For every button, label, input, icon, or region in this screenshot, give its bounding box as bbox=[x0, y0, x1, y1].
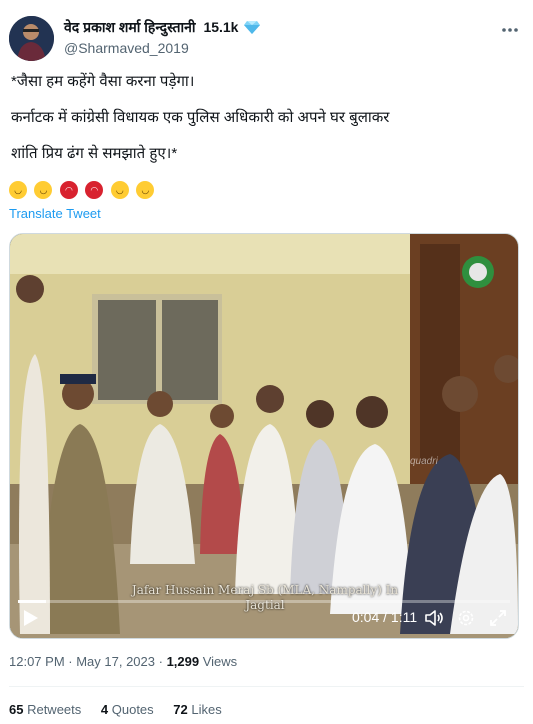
tweet-stats: 65 Retweets 4 Quotes 72 Likes bbox=[9, 702, 238, 717]
avatar[interactable] bbox=[9, 16, 54, 61]
joy-emoji-icon: ◡ bbox=[9, 181, 27, 199]
views-count: 1,299 bbox=[166, 654, 200, 669]
meta-separator: · bbox=[155, 654, 167, 669]
play-icon[interactable] bbox=[22, 608, 40, 628]
diamond-icon bbox=[244, 21, 261, 34]
joy-emoji-icon: ◡ bbox=[136, 181, 155, 199]
progress-fill bbox=[18, 600, 46, 603]
quotes-label: Quotes bbox=[108, 702, 154, 717]
joy-emoji-icon: ◡ bbox=[34, 181, 53, 199]
tweet-date[interactable]: May 17, 2023 bbox=[76, 654, 155, 669]
tweet-line-1: *जैसा हम कहेंगे वैसा करना पड़ेगा। bbox=[11, 73, 195, 90]
meta-separator: · bbox=[64, 654, 77, 669]
video-time: 0:04 / 1:11 bbox=[352, 609, 418, 625]
fullscreen-icon[interactable] bbox=[488, 608, 508, 628]
video-controls: 0:04 / 1:11 bbox=[10, 598, 518, 638]
views-label: Views bbox=[199, 654, 238, 669]
video-watermark: quadri bbox=[410, 456, 438, 467]
author-name-line[interactable]: वेद प्रकाश शर्मा हिन्दुस्तानी 15.1k bbox=[64, 18, 261, 37]
badge-count: 15.1k bbox=[203, 19, 239, 35]
joy-emoji-icon: ◡ bbox=[110, 181, 129, 199]
progress-bar[interactable] bbox=[18, 600, 510, 603]
likes-label: Likes bbox=[187, 702, 222, 717]
emoji-row: ◡ ◡ ◠ ◠ ◡ ◡ bbox=[9, 181, 157, 201]
divider bbox=[9, 686, 524, 687]
tweet-time[interactable]: 12:07 PM bbox=[9, 654, 65, 669]
tweet-meta: 12:07 PM · May 17, 2023 · 1,299 Views bbox=[9, 654, 237, 669]
tweet-line-3: शांति प्रिय ढंग से समझाते हुए।* bbox=[11, 145, 178, 162]
video-player[interactable]: quadri Jafar Hussain Meraj Sb (MLA, Namp… bbox=[9, 233, 519, 639]
retweets-stat[interactable]: 65 Retweets bbox=[9, 702, 81, 717]
retweets-label: Retweets bbox=[23, 702, 82, 717]
translate-tweet-link[interactable]: Translate Tweet bbox=[9, 206, 101, 221]
volume-icon[interactable] bbox=[424, 608, 444, 628]
quotes-stat[interactable]: 4 Quotes bbox=[101, 702, 154, 717]
angry-emoji-icon: ◠ bbox=[85, 181, 104, 199]
tweet-line-2: कर्नाटक में कांग्रेसी विधायक एक पुलिस अध… bbox=[11, 109, 390, 126]
gear-icon[interactable] bbox=[456, 608, 476, 628]
likes-stat[interactable]: 72 Likes bbox=[173, 702, 221, 717]
video-caption-line-1: Jafar Hussain Meraj Sb (MLA, Nampally) I… bbox=[131, 583, 399, 597]
author-handle[interactable]: @Sharmaved_2019 bbox=[64, 40, 189, 56]
author-display-name[interactable]: वेद प्रकाश शर्मा हिन्दुस्तानी bbox=[64, 19, 196, 35]
likes-count: 72 bbox=[173, 702, 188, 717]
retweets-count: 65 bbox=[9, 702, 24, 717]
video-frame[interactable] bbox=[10, 234, 518, 638]
more-options-icon[interactable] bbox=[500, 20, 520, 40]
angry-emoji-icon: ◠ bbox=[59, 181, 78, 199]
tweet-header: वेद प्रकाश शर्मा हिन्दुस्तानी 15.1k @Sha… bbox=[9, 16, 524, 64]
